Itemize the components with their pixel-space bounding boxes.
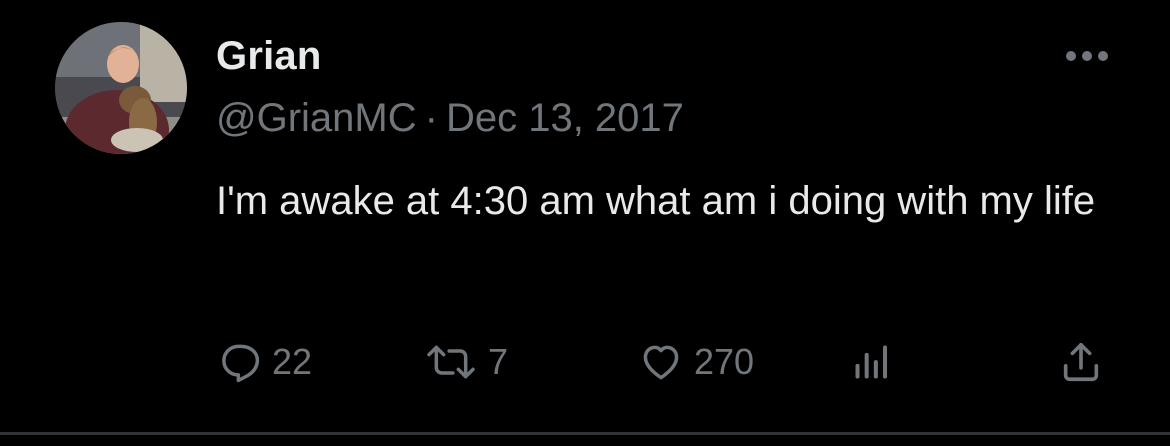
reply-icon — [218, 340, 262, 384]
like-count: 270 — [694, 341, 755, 382]
meta-separator: · — [424, 96, 438, 140]
tweet-date[interactable]: Dec 13, 2017 — [446, 96, 684, 140]
views-icon — [848, 340, 896, 384]
like-icon — [638, 340, 684, 384]
retweet-count: 7 — [488, 341, 509, 382]
like-button[interactable]: 270 — [638, 338, 754, 386]
tweet-text: I'm awake at 4:30 am what am i doing wit… — [216, 179, 1096, 223]
divider — [0, 432, 1170, 435]
share-button[interactable] — [1056, 338, 1106, 386]
more-icon[interactable] — [1058, 42, 1116, 70]
views-button[interactable] — [848, 338, 896, 386]
reply-button[interactable]: 22 — [218, 338, 312, 386]
reply-count: 22 — [272, 341, 313, 382]
share-icon — [1056, 339, 1106, 385]
author-handle[interactable]: @GrianMC — [216, 96, 417, 140]
retweet-icon — [424, 340, 478, 384]
retweet-button[interactable]: 7 — [424, 338, 508, 386]
tweet: Grian @GrianMC · Dec 13, 2017 I'm awake at… — [0, 0, 1170, 446]
tweet-meta: @GrianMC · Dec 13, 2017 — [216, 96, 684, 141]
avatar[interactable] — [55, 22, 187, 154]
author-name[interactable]: Grian — [216, 34, 321, 79]
